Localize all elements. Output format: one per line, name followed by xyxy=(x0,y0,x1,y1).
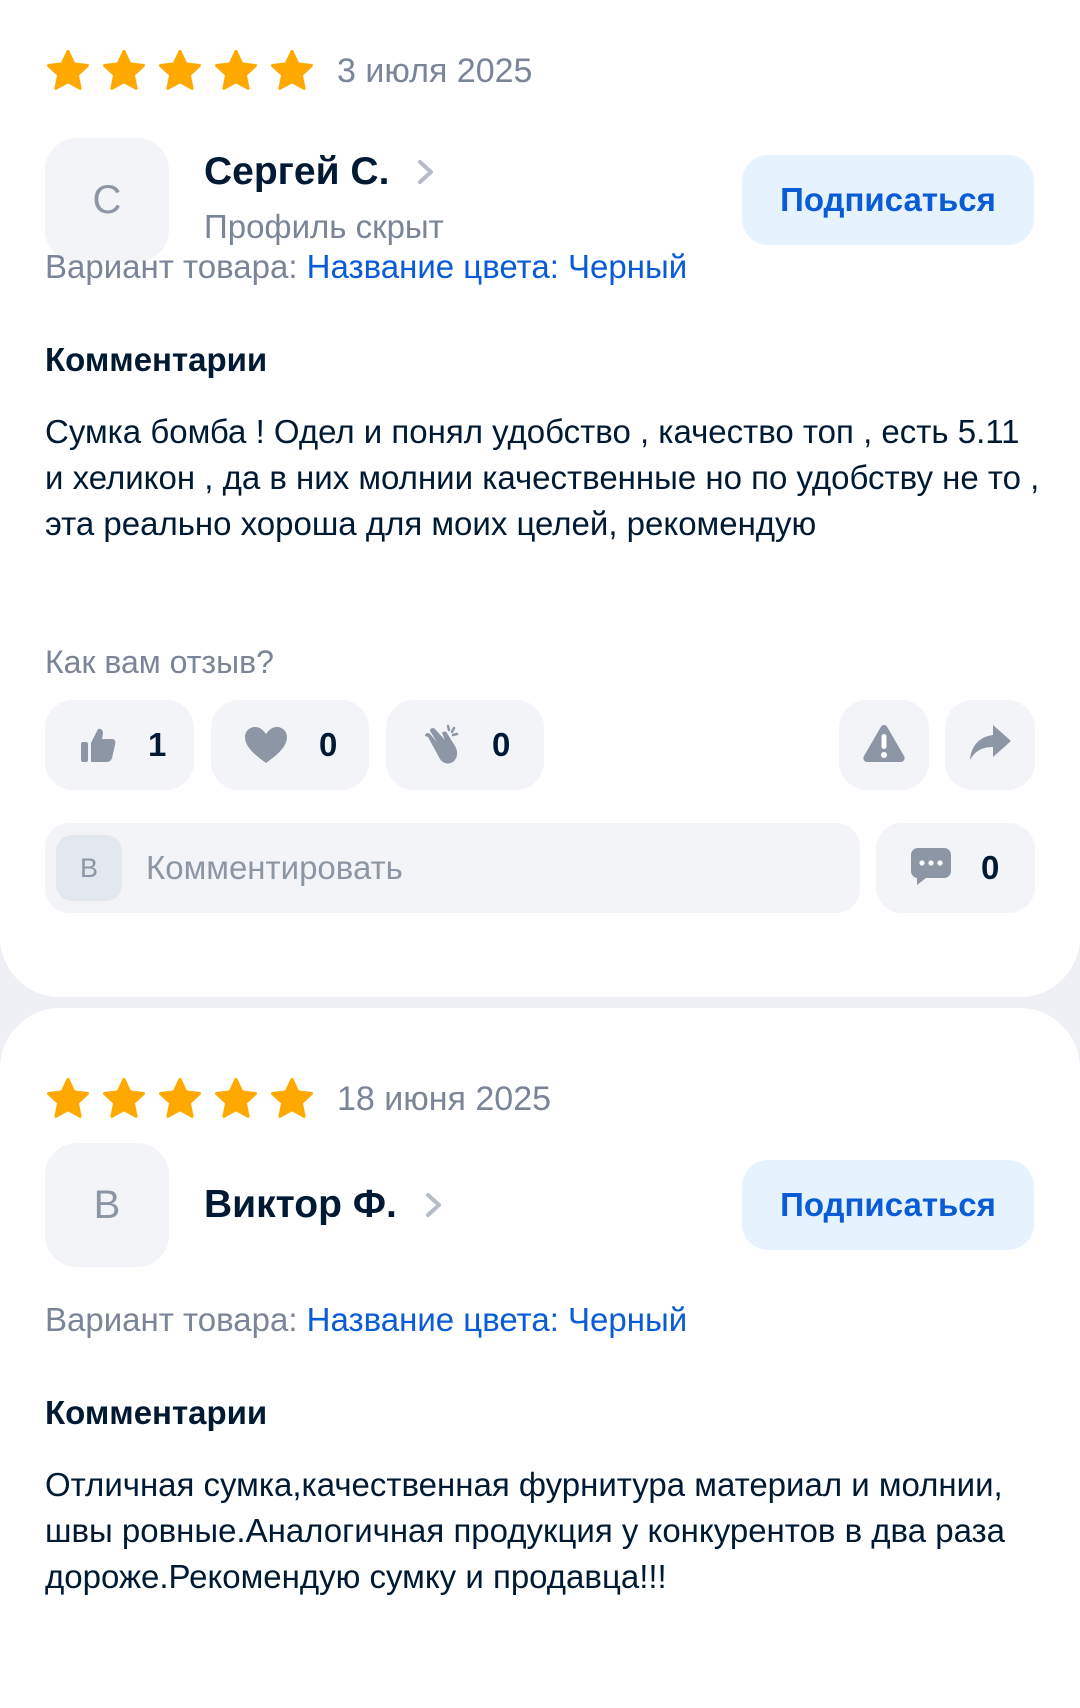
thumbs-up-icon xyxy=(78,725,118,765)
product-variant: Вариант товара: Название цвета: Черный xyxy=(45,247,687,287)
comments-section-title: Комментарии xyxy=(45,1394,268,1431)
like-count: 1 xyxy=(148,726,167,763)
review-date: 3 июля 2025 xyxy=(337,52,533,90)
clap-reaction-button[interactable]: 0 xyxy=(386,700,544,790)
comment-bubble-icon xyxy=(909,845,953,892)
feedback-question: Как вам отзыв? xyxy=(45,644,274,680)
author-name-text[interactable]: Сергей С. xyxy=(204,148,389,196)
share-button[interactable] xyxy=(945,700,1035,790)
star-icon xyxy=(213,48,259,94)
product-variant: Вариант товара: Название цвета: Черный xyxy=(45,1300,687,1340)
star-icon xyxy=(213,1076,259,1122)
warning-icon xyxy=(861,722,907,769)
comments-section-title: Комментарии xyxy=(45,341,268,378)
star-icon xyxy=(101,1076,147,1122)
heart-count: 0 xyxy=(319,726,338,763)
star-icon xyxy=(269,1076,315,1122)
review-date: 18 июня 2025 xyxy=(337,1080,552,1118)
subscribe-button[interactable]: Подписаться xyxy=(742,155,1034,245)
avatar[interactable]: С xyxy=(45,138,169,262)
star-icon xyxy=(45,1076,91,1122)
share-icon xyxy=(967,723,1013,768)
clap-icon xyxy=(418,723,462,767)
variant-value-link[interactable]: Название цвета: Черный xyxy=(307,1301,687,1338)
star-icon xyxy=(157,1076,203,1122)
author-name-text[interactable]: Виктор Ф. xyxy=(204,1181,397,1229)
author-name[interactable]: Виктор Ф. xyxy=(204,1181,445,1229)
comments-count: 0 xyxy=(981,849,1000,886)
avatar: В xyxy=(56,835,122,901)
comments-count-button[interactable]: 0 xyxy=(876,823,1035,913)
comment-placeholder: Комментировать xyxy=(146,849,403,886)
review-text: Отличная сумка,качественная фурнитура ма… xyxy=(45,1466,1006,1595)
rating-stars xyxy=(45,48,315,94)
variant-label: Вариант товара: xyxy=(45,1301,298,1338)
heart-icon xyxy=(243,725,289,765)
star-icon xyxy=(101,48,147,94)
chevron-right-icon[interactable] xyxy=(415,157,437,187)
author-name[interactable]: Сергей С. xyxy=(204,148,437,196)
like-button[interactable]: 1 xyxy=(45,700,194,790)
variant-label: Вариант товара: xyxy=(45,248,298,285)
review-card: 3 июля 2025 С Сергей С. Профиль скрыт По… xyxy=(0,0,1080,997)
avatar[interactable]: В xyxy=(45,1143,169,1267)
author-profile-status: Профиль скрыт xyxy=(204,208,444,245)
chevron-right-icon[interactable] xyxy=(423,1190,445,1220)
review-text: Сумка бомба ! Одел и понял удобство , ка… xyxy=(45,413,1040,542)
comment-input[interactable]: В Комментировать xyxy=(45,823,860,913)
star-icon xyxy=(269,48,315,94)
clap-count: 0 xyxy=(492,726,511,763)
star-icon xyxy=(45,48,91,94)
star-icon xyxy=(157,48,203,94)
heart-reaction-button[interactable]: 0 xyxy=(211,700,369,790)
review-card: 18 июня 2025 В Виктор Ф. Подписаться Вар… xyxy=(0,1008,1080,1708)
rating-stars xyxy=(45,1076,315,1122)
report-button[interactable] xyxy=(839,700,929,790)
variant-value-link[interactable]: Название цвета: Черный xyxy=(307,248,687,285)
subscribe-button[interactable]: Подписаться xyxy=(742,1160,1034,1250)
